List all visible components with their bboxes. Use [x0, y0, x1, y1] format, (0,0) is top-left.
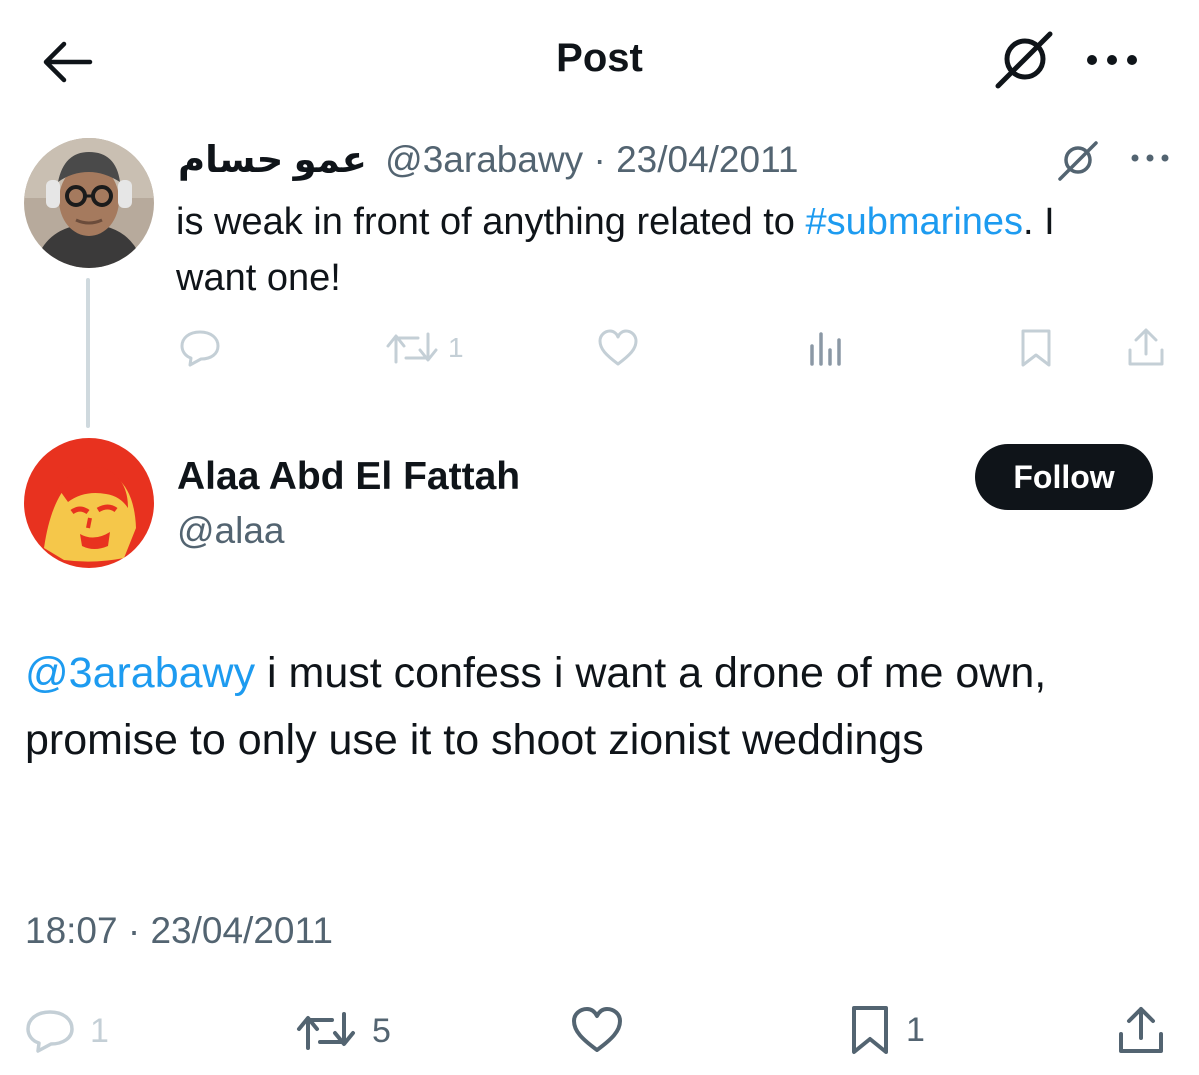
share-button[interactable] — [1116, 1004, 1166, 1056]
bookmark-icon — [852, 1006, 888, 1054]
retweet-count: 5 — [372, 1011, 391, 1050]
reply-icon — [26, 1010, 74, 1053]
main-tweet-text: @3arabawy i must confess i want a drone … — [25, 640, 1165, 774]
bookmark-icon — [1021, 329, 1051, 367]
reply-button[interactable]: 1 — [24, 1008, 109, 1054]
tweet-timestamp[interactable]: 18:07 · 23/04/2011 — [25, 910, 333, 952]
parent-tweet-header: عمو حسام @3arabawy · 23/04/2011 — [178, 138, 799, 181]
parent-reply-button[interactable] — [178, 328, 222, 368]
parent-bookmark-button[interactable] — [1018, 328, 1054, 368]
author-handle[interactable]: @alaa — [177, 510, 285, 552]
like-button[interactable] — [570, 1006, 638, 1054]
parent-text-before: is weak in front of anything related to — [176, 201, 806, 243]
bookmark-button[interactable]: 1 — [848, 1004, 925, 1056]
parent-retweet-count: 1 — [448, 332, 464, 363]
analytics-icon — [810, 332, 841, 366]
more-horizontal-icon — [1131, 154, 1169, 162]
thread-connector-line — [86, 278, 90, 428]
more-button[interactable] — [1084, 50, 1140, 70]
parent-display-name[interactable]: عمو حسام — [178, 139, 367, 180]
author-display-name[interactable]: Alaa Abd El Fattah — [177, 455, 520, 499]
parent-more-button[interactable] — [1130, 152, 1170, 164]
retweet-icon — [386, 332, 438, 364]
grok-button[interactable] — [994, 28, 1056, 90]
parent-like-button[interactable] — [596, 328, 640, 368]
main-avatar[interactable] — [24, 438, 154, 568]
more-horizontal-icon — [1087, 55, 1137, 65]
bookmark-count: 1 — [906, 1010, 925, 1049]
heart-icon — [572, 1007, 622, 1052]
mention-link[interactable]: @3arabawy — [25, 649, 255, 697]
share-icon — [1128, 328, 1164, 366]
separator-dot: · — [593, 139, 606, 180]
parent-retweet-button[interactable]: 1 — [384, 328, 464, 368]
retweet-button[interactable]: 5 — [294, 1008, 391, 1054]
grok-icon — [995, 31, 1053, 89]
parent-avatar[interactable] — [24, 138, 154, 268]
avatar-photo — [24, 138, 154, 268]
parent-share-button[interactable] — [1126, 326, 1166, 368]
heart-icon — [598, 329, 638, 366]
parent-grok-button[interactable] — [1056, 138, 1100, 182]
avatar-photo — [24, 438, 154, 568]
parent-tweet-text: is weak in front of anything related to … — [176, 194, 1056, 306]
follow-button[interactable]: Follow — [975, 444, 1153, 510]
share-icon — [1119, 1007, 1163, 1053]
parent-views-button[interactable] — [806, 328, 846, 368]
reply-count: 1 — [90, 1011, 109, 1050]
parent-date[interactable]: 23/04/2011 — [616, 139, 798, 180]
grok-icon — [1058, 141, 1098, 181]
retweet-icon — [297, 1012, 355, 1050]
hashtag-link[interactable]: #submarines — [805, 201, 1023, 243]
reply-icon — [180, 330, 220, 367]
parent-handle[interactable]: @3arabawy — [385, 139, 583, 180]
